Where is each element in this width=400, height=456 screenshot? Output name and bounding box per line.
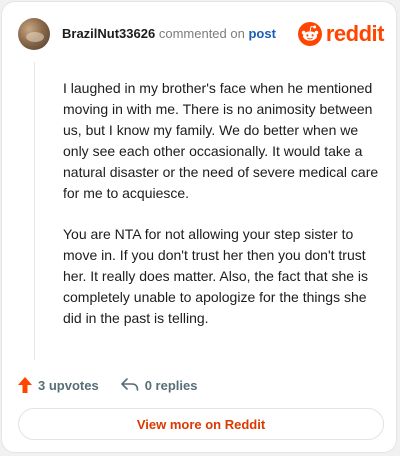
- comment-actions: 3 upvotes 0 replies: [18, 374, 219, 396]
- upvote-count: 3 upvotes: [38, 377, 99, 393]
- reply-count: 0 replies: [144, 377, 198, 393]
- comment-paragraph: I laughed in my brother's face when he m…: [63, 80, 379, 201]
- comment-paragraph: You are NTA for not allowing your step s…: [63, 226, 369, 326]
- comment-header: BrazilNut33626 commented on post reddit: [18, 18, 385, 50]
- username-link[interactable]: BrazilNut33626: [62, 26, 155, 41]
- upvote-button[interactable]: 3 upvotes: [18, 377, 99, 393]
- reddit-snoo-icon: [297, 22, 322, 46]
- replies-button[interactable]: 0 replies: [120, 377, 198, 393]
- view-more-button[interactable]: View more on Reddit: [18, 408, 384, 440]
- action-text: commented on: [158, 26, 245, 41]
- reply-arrow-icon: [120, 378, 138, 391]
- comment-meta: BrazilNut33626 commented on post: [62, 26, 276, 41]
- upvote-arrow-icon: [18, 377, 32, 393]
- comment-embed-card: BrazilNut33626 commented on post reddit …: [1, 1, 397, 453]
- comment-body: I laughed in my brother's face when he m…: [63, 78, 383, 349]
- logo-wordmark: reddit: [325, 21, 385, 46]
- reddit-logo[interactable]: reddit: [297, 21, 385, 46]
- thread-line: [34, 62, 35, 360]
- user-avatar[interactable]: [18, 18, 50, 50]
- post-link[interactable]: post: [248, 26, 275, 41]
